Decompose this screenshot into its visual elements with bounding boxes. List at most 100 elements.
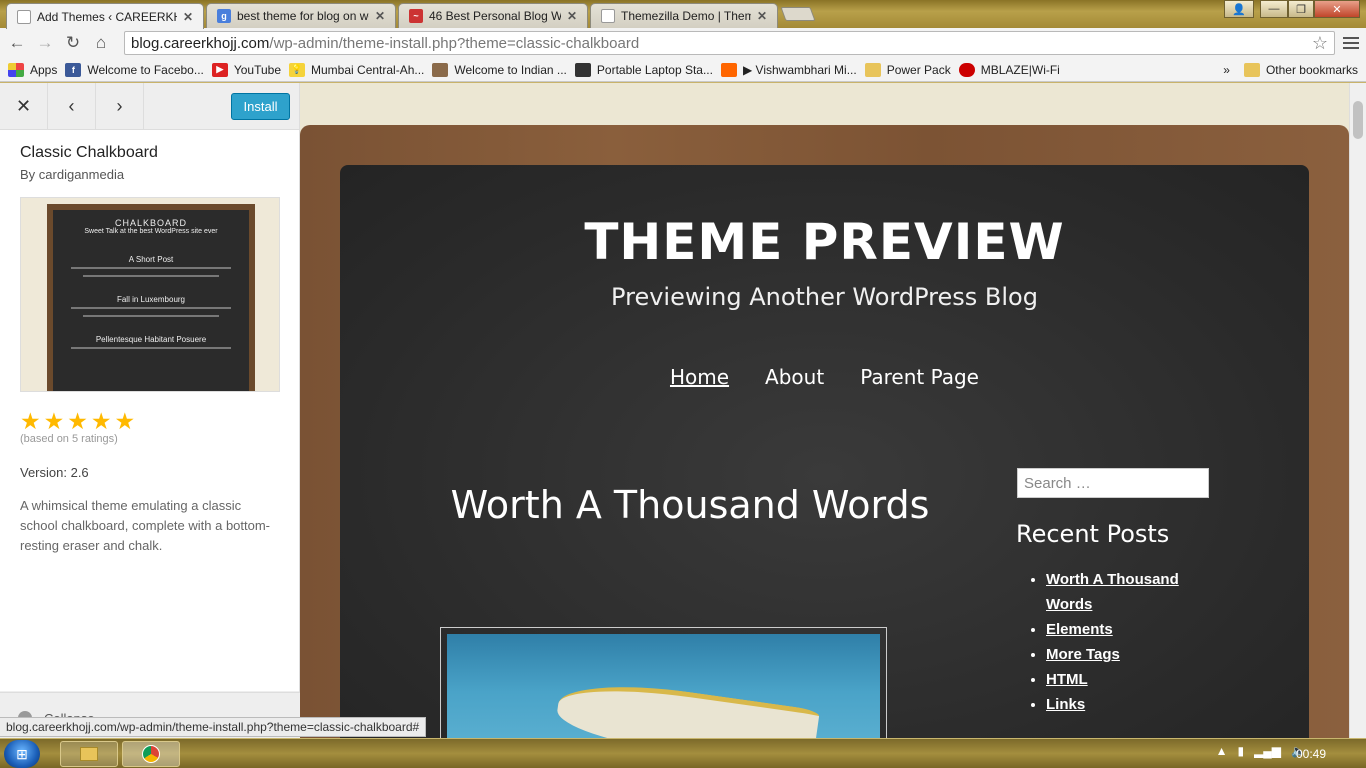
tray-arrow-icon[interactable]: ▲ (1216, 744, 1228, 758)
chrome-taskbar-button[interactable] (122, 741, 180, 767)
status-bar-url: blog.careerkhojj.com/wp-admin/theme-inst… (0, 717, 427, 737)
reload-icon[interactable]: ↻ (59, 29, 87, 57)
folder-icon (1243, 62, 1260, 77)
google-icon: g (217, 9, 231, 23)
star-icon: ★ (90, 408, 112, 434)
site-nav: Home About Parent Page (340, 365, 1309, 389)
address-bar[interactable]: blog.careerkhojj.com/wp-admin/theme-inst… (124, 31, 1335, 55)
bulb-icon: 💡 (289, 62, 306, 77)
thumb-post1: A Short Post (128, 255, 174, 264)
bookmark-label: YouTube (233, 62, 282, 77)
bookmark-mblaze[interactable]: MBLAZE|Wi-Fi (958, 62, 1060, 77)
post-title[interactable]: Worth A Thousand Words (440, 473, 940, 537)
bookmark-vishwambhari[interactable]: ▶ Vishwambhari Mi... (720, 62, 857, 77)
theme-version: Version: 2.6 (20, 465, 89, 480)
next-theme-button[interactable]: › (96, 83, 144, 130)
star-icon: ★ (114, 408, 136, 434)
bookmark-facebook[interactable]: f Welcome to Facebo... (65, 62, 204, 77)
forward-icon[interactable]: → (31, 29, 59, 57)
tab-personal-blog[interactable]: ~ 46 Best Personal Blog Wor ✕ (398, 3, 588, 28)
tab-add-themes[interactable]: Add Themes ‹ CAREERKHOJJ ✕ (6, 3, 204, 29)
maximize-icon[interactable]: ❐ (1288, 0, 1314, 18)
recent-post-link[interactable]: More Tags (1046, 646, 1120, 663)
previous-theme-button[interactable]: ‹ (48, 83, 96, 130)
folder-icon (80, 747, 98, 761)
bookmark-indian[interactable]: Welcome to Indian ... (432, 62, 567, 77)
recent-post-link[interactable]: Elements (1046, 621, 1113, 638)
mblaze-icon (958, 62, 975, 77)
bookmark-power-pack[interactable]: Power Pack (864, 62, 951, 77)
close-icon[interactable]: ✕ (757, 9, 769, 23)
nav-home[interactable]: Home (670, 365, 729, 389)
thumb-post2: Fall in Luxembourg (116, 295, 186, 304)
star-icon: ★ (67, 408, 88, 434)
tab-themezilla[interactable]: Themezilla Demo | Theme ✕ (590, 3, 778, 28)
bookmark-star-icon[interactable]: ☆ (1312, 33, 1328, 54)
panel-body: Classic Chalkboard By cardiganmedia CHAL… (0, 130, 299, 691)
post-image (440, 627, 887, 738)
close-icon[interactable]: ✕ (375, 9, 387, 23)
chrome-menu-icon[interactable] (1343, 31, 1359, 55)
panel-header: ✕ ‹ › Install (0, 83, 299, 130)
thumb-title: CHALKBOARD (114, 218, 187, 228)
site-description: Previewing Another WordPress Blog (611, 283, 1038, 311)
tab-best-theme[interactable]: g best theme for blog on wo ✕ (206, 3, 396, 28)
chalkboard: THEME PREVIEW Previewing Another WordPre… (340, 165, 1309, 738)
theme-name: Classic Chalkboard (20, 144, 158, 161)
signal-icon[interactable]: ▂▄▆ (1254, 744, 1281, 758)
page-icon (601, 9, 615, 23)
bookmarks-overflow[interactable]: » (1223, 63, 1230, 77)
boat-image (554, 674, 820, 738)
profile-icon[interactable]: 👤 (1224, 0, 1254, 18)
page-scrollbar[interactable] (1349, 83, 1366, 738)
nav-about[interactable]: About (765, 365, 824, 389)
bookmark-laptop-stand[interactable]: Portable Laptop Sta... (574, 62, 713, 77)
theme-description: A whimsical theme emulating a classic sc… (20, 498, 271, 553)
system-tray: ▲ ▮ ▂▄▆ 🔈 (1216, 744, 1306, 758)
recent-post-link[interactable]: Worth A Thousand Words (1046, 571, 1179, 613)
bookmark-label: Other bookmarks (1265, 62, 1358, 77)
star-rating: ★ ★ ★ ★ ★ (20, 408, 279, 434)
tab-strip: Add Themes ‹ CAREERKHOJJ ✕ g best theme … (0, 0, 1366, 29)
other-bookmarks[interactable]: Other bookmarks (1243, 62, 1358, 77)
close-preview-button[interactable]: ✕ (0, 83, 48, 130)
page-icon (17, 9, 31, 24)
window-close-icon[interactable]: ✕ (1314, 0, 1360, 18)
ratings-count: (based on 5 ratings) (20, 433, 118, 445)
apps-grid-icon (8, 62, 24, 77)
youtube-icon: ▶ (211, 62, 228, 77)
explorer-taskbar-button[interactable] (60, 741, 118, 767)
start-button[interactable]: ⊞ (4, 740, 40, 768)
install-button[interactable]: Install (231, 93, 290, 120)
nav-parent-page[interactable]: Parent Page (860, 365, 979, 389)
new-tab-button[interactable] (780, 7, 816, 21)
bookmark-mumbai-central[interactable]: 💡 Mumbai Central-Ah... (289, 62, 425, 77)
close-icon[interactable]: ✕ (183, 10, 195, 24)
recent-post-link[interactable]: Links (1046, 696, 1085, 713)
theme-preview-frame: THEME PREVIEW Previewing Another WordPre… (300, 83, 1349, 738)
theme-install-panel: ✕ ‹ › Install Classic Chalkboard By card… (0, 83, 300, 738)
taskbar-clock[interactable]: 00:49 (1296, 747, 1326, 761)
recent-posts-title: Recent Posts (1016, 520, 1170, 548)
battery-icon[interactable]: ▮ (1237, 744, 1244, 758)
star-icon: ★ (43, 408, 65, 434)
bookmark-label: Welcome to Facebo... (87, 62, 204, 77)
folder-icon (864, 62, 881, 77)
list-item: More Tags (1046, 642, 1216, 667)
bookmark-apps[interactable]: Apps (8, 62, 57, 77)
list-item: HTML (1046, 667, 1216, 692)
thumb-subtitle: Sweet Talk at the best WordPress site ev… (84, 228, 218, 235)
back-icon[interactable]: ← (3, 29, 31, 57)
close-icon[interactable]: ✕ (567, 9, 579, 23)
url-host: blog.careerkhojj.com (131, 34, 270, 52)
bookmark-label: Mumbai Central-Ah... (311, 62, 425, 77)
search-input[interactable]: Search … (1017, 468, 1209, 498)
scrollbar-thumb[interactable] (1353, 101, 1363, 139)
bookmark-youtube[interactable]: ▶ YouTube (211, 62, 282, 77)
recent-post-link[interactable]: HTML (1046, 671, 1088, 688)
url-path: /wp-admin/theme-install.php?theme=classi… (269, 34, 640, 52)
home-icon[interactable]: ⌂ (87, 29, 115, 57)
list-item: Links (1046, 692, 1216, 717)
minimize-icon[interactable]: — (1260, 0, 1288, 18)
site-title[interactable]: THEME PREVIEW (340, 213, 1309, 271)
